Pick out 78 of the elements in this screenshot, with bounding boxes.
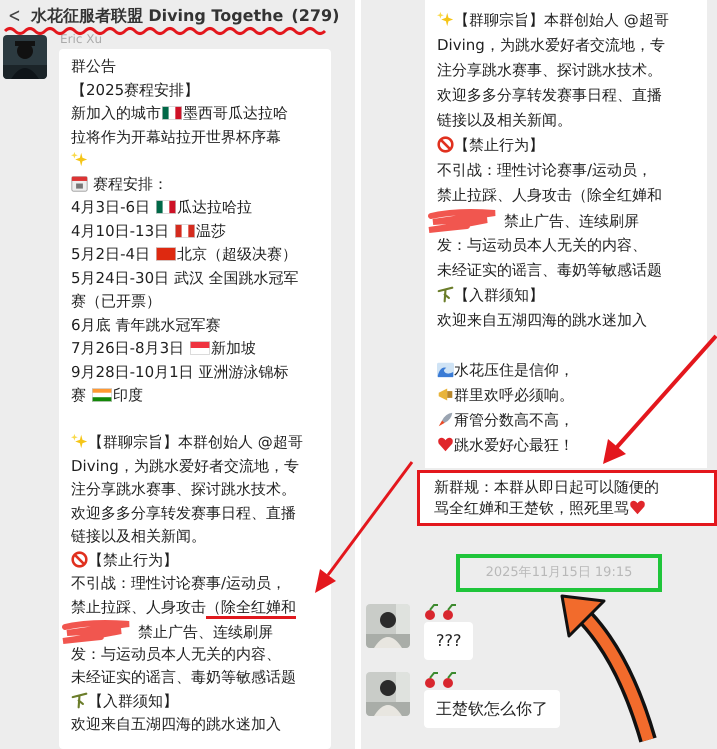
message-text: Diving，为跳水爱好者交流地，专: [71, 456, 299, 474]
message-text: 新群规：本群从即日起可以随便的: [434, 478, 659, 496]
message-text: 新加入的城市: [71, 104, 161, 122]
message-text: 发：与运动员本人无关的内容、: [437, 236, 647, 254]
megaphone-icon: [437, 386, 454, 403]
message-bubble: ???: [424, 622, 474, 660]
wave-icon: [437, 361, 454, 378]
message-text: 【禁止行为】: [454, 136, 544, 154]
message-text: 注分享跳水赛事、探讨跳水技术。: [437, 61, 662, 79]
sender-name: Eric Xu: [60, 31, 104, 47]
message-text: 发：与运动员本人无关的内容、: [71, 644, 281, 662]
message-text: 欢迎来自五湖四海的跳水迷加入: [437, 311, 647, 329]
message-text: 瓜达拉哈拉: [176, 198, 252, 216]
message-text: 甭管分数高不高，: [454, 411, 574, 429]
message-text: 欢迎来自五湖四海的跳水迷加入: [71, 715, 281, 733]
chat-title: 水花征服者联盟 Diving Togethe: [30, 5, 284, 27]
heart-icon: [437, 436, 454, 453]
message-text: 不引战：理性讨论赛事/运动员，: [437, 161, 652, 179]
prohibited-icon: [71, 550, 88, 568]
flag-icon: [156, 247, 176, 261]
cherry-icon: [424, 604, 458, 620]
message-text: 欢迎多多分享转发赛事日程、直播: [437, 86, 662, 104]
message-text: （除全红婵和: [206, 598, 296, 618]
message-text: 4月3日-6日: [71, 198, 152, 216]
message-text: 未经证实的谣言、毒奶等敏感话题: [71, 668, 296, 686]
message-text: 新加坡: [210, 339, 256, 357]
message-text: 拉将作为开幕站拉开世界杯序幕: [71, 128, 281, 146]
message-text: 未经证实的谣言、毒奶等敏感话题: [437, 261, 662, 279]
cherry-icon: [424, 672, 458, 688]
message-text: 5月2日-4日: [71, 245, 152, 263]
prohibited-icon: [437, 136, 454, 153]
heart-icon: [629, 499, 646, 516]
message-text: 墨西哥瓜达拉哈: [183, 104, 288, 122]
message-text: 温莎: [196, 222, 226, 240]
message-text: 群公告: [71, 57, 116, 75]
message-text: 7月26日-8月3日: [71, 339, 186, 357]
message-text: 欢迎多多分享转发赛事日程、直播: [71, 504, 296, 522]
back-button[interactable]: <: [8, 3, 21, 27]
message-text: 【群聊宗旨】本群创始人 @超哥: [88, 433, 303, 451]
member-count: (279): [291, 5, 340, 27]
sparkle-icon: [437, 11, 454, 28]
message-text: 【入群须知】: [88, 692, 178, 710]
message-text: 禁止拉踩、人身攻击（除全红婵和: [437, 186, 662, 204]
message-text: 【禁止行为】: [88, 550, 178, 568]
message-text: 不引战：理性讨论赛事/运动员，: [71, 574, 286, 592]
message-text: Diving，为跳水爱好者交流地，专: [437, 36, 665, 54]
message-text: 【2025赛程安排】: [71, 80, 200, 98]
message-text: 骂全红婵和王楚钦，照死里骂: [434, 499, 629, 517]
message-bubble: 王楚钦怎么你了: [424, 690, 560, 728]
message-text: 赛程安排：: [92, 174, 168, 192]
sparkle-icon: [71, 151, 88, 168]
message-text: 9月28日-10月1日 亚洲游泳锦标: [71, 362, 288, 380]
message-text: 禁止广告、连续刷屏: [502, 212, 639, 230]
message-text: 赛（已开票）: [71, 292, 161, 310]
flag-icon: [190, 341, 210, 355]
message-text: 赛: [71, 386, 87, 404]
sparkle-icon: [71, 433, 88, 450]
message-text: 注分享跳水赛事、探讨跳水技术。: [71, 480, 296, 498]
flag-icon: [156, 200, 176, 214]
flag-icon: [92, 388, 112, 402]
message-text: 【入群须知】: [454, 286, 544, 304]
message-text: 链接以及相关新闻。: [71, 527, 206, 545]
message-text: 印度: [112, 386, 143, 404]
rocket-icon: [437, 411, 454, 428]
flag-icon: [174, 224, 195, 238]
message-text: 6月底 青年跳水冠军赛: [71, 316, 220, 334]
message-text: 4月10日-13日: [71, 222, 170, 240]
message-text: 链接以及相关新闻。: [437, 111, 572, 129]
flag-icon: [162, 106, 182, 120]
message-text: 5月24日-30日 武汉 全国跳水冠军: [71, 268, 299, 286]
message-text: 群里欢呼必须响。: [454, 386, 574, 404]
message-text: 水花压住是信仰，: [454, 361, 574, 379]
message-text: 【群聊宗旨】本群创始人 @超哥: [454, 11, 669, 29]
message-text: 跳水爱好心最狂！: [454, 436, 574, 454]
calendar-icon: [71, 174, 88, 192]
message-text: 禁止广告、连续刷屏: [136, 623, 273, 641]
message-text: 禁止拉踩、人身攻击: [71, 598, 206, 616]
message-text: 北京（超级决赛）: [176, 245, 297, 263]
